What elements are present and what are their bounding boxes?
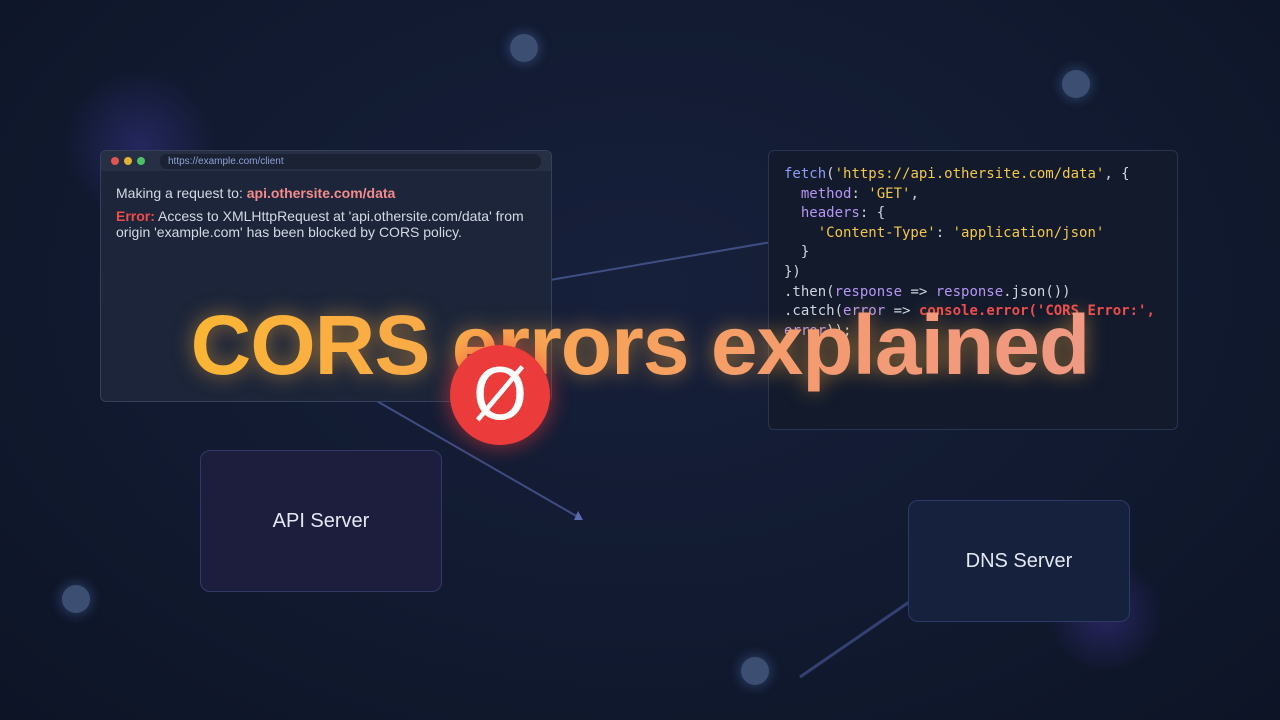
close-window-dot[interactable] [111, 157, 119, 165]
code-line: headers: { [784, 204, 1162, 224]
request-host: api.othersite.com/data [246, 185, 396, 201]
minimize-window-dot[interactable] [124, 157, 132, 165]
code-token: } [784, 244, 810, 261]
code-token: 'application/json' [952, 224, 1105, 241]
request-line: Making a request to: api.othersite.com/d… [116, 185, 536, 201]
code-line: method: 'GET', [784, 185, 1162, 205]
error-text: Access to XMLHttpRequest at 'api.othersi… [116, 208, 524, 240]
code-token: method [784, 185, 852, 202]
dns-server-box: DNS Server [908, 500, 1130, 622]
code-token: : [851, 185, 869, 202]
code-token: ( [826, 166, 835, 182]
code-line: 'Content-Type': 'application/json' [784, 224, 1162, 244]
code-line: } [784, 243, 1162, 263]
code-line: fetch('https://api.othersite.com/data', … [784, 165, 1162, 185]
code-token: headers [784, 205, 860, 222]
code-token: , { [1104, 166, 1130, 182]
code-line: }) [784, 263, 1162, 283]
code-token: 'https://api.othersite.com/data' [834, 166, 1105, 182]
code-token: fetch [784, 166, 827, 182]
maximize-window-dot[interactable] [137, 157, 145, 165]
page-title: CORS errors explained [0, 295, 1280, 395]
code-token: , [910, 185, 919, 202]
address-bar[interactable]: https://example.com/client [160, 153, 541, 169]
code-token: 'Content-Type' [784, 224, 936, 241]
dns-server-label: DNS Server [965, 549, 1073, 572]
browser-content: Making a request to: api.othersite.com/d… [101, 171, 551, 254]
error-label: Error: [116, 208, 155, 224]
request-prefix: Making a request to: [116, 185, 243, 201]
code-token: : [935, 224, 953, 241]
blocked-icon: Ø [450, 345, 550, 445]
browser-title-bar: https://example.com/client [101, 151, 551, 171]
code-token: : { [859, 205, 886, 222]
code-token: 'GET' [868, 185, 911, 202]
api-server-box: API Server [200, 450, 442, 592]
api-server-label: API Server [272, 509, 370, 532]
error-message: Error: Access to XMLHttpRequest at 'api.… [116, 208, 536, 240]
code-token: }) [784, 263, 801, 280]
